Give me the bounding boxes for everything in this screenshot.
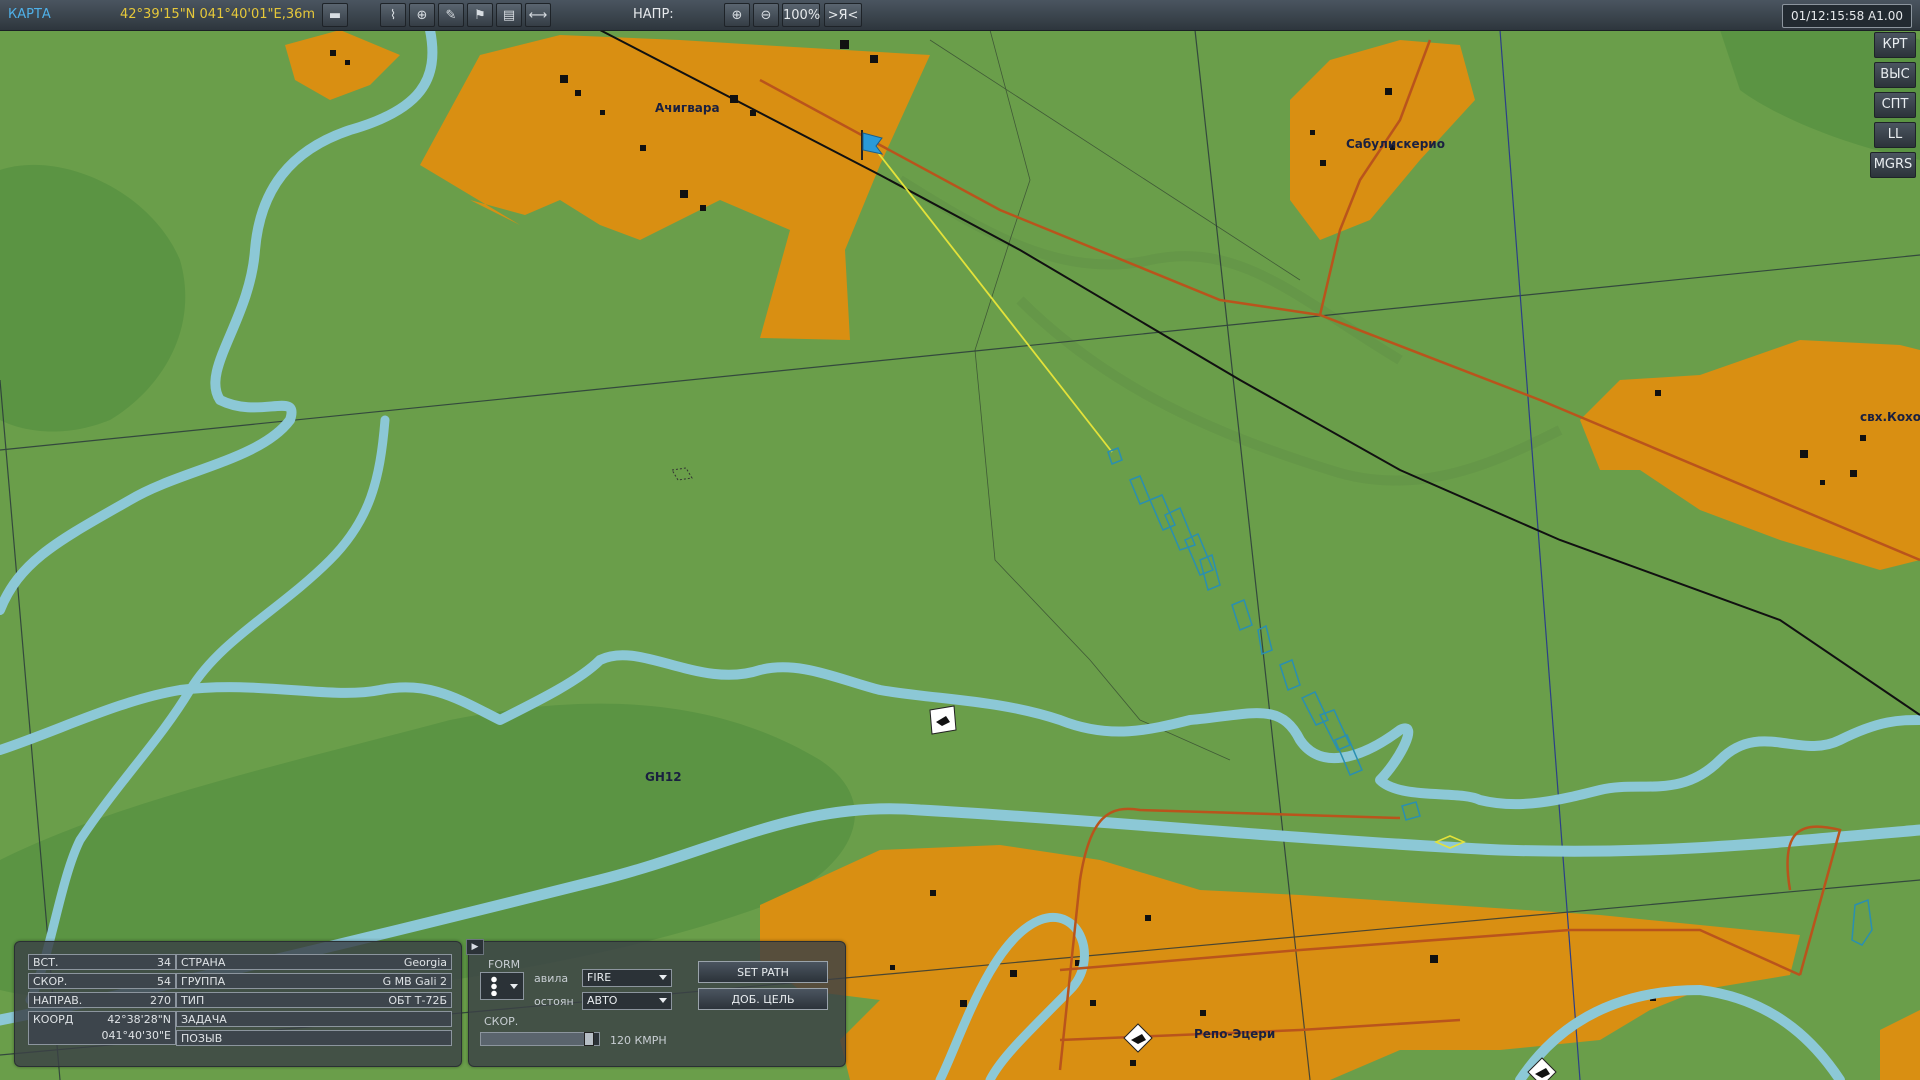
zoom-level: 100% [782, 3, 820, 27]
group-field: ГРУППА G MB Gali 2 [176, 973, 452, 989]
center-on-me-button[interactable]: >Я< [824, 3, 862, 27]
comment-tool-icon[interactable]: ▤ [496, 3, 522, 27]
map-layer-button[interactable]: КРТ [1874, 32, 1916, 58]
roe-label: авила [534, 972, 569, 985]
country-field: СТРАНА Georgia [176, 954, 452, 970]
grid-square-label: GH12 [645, 770, 682, 784]
speed-slider-handle[interactable] [584, 1032, 594, 1046]
range-tool-icon[interactable]: ⟷ [525, 3, 551, 27]
heading-label: НАПР: [633, 7, 674, 22]
zoom-tool-icon[interactable]: ⊕ [409, 3, 435, 27]
speed-value: 120 КМРН [610, 1034, 667, 1047]
collapse-panel-icon[interactable]: ▶ [466, 939, 484, 955]
coordinates-field: КООРД 42°38'28"N 041°40'30"E [28, 1011, 176, 1045]
mission-clock: 01/12:15:58 A1.00 [1782, 4, 1912, 28]
mgrs-button[interactable]: MGRS [1870, 152, 1916, 178]
speed-field: СКОР. 54 [28, 973, 176, 989]
altitude-layer-button[interactable]: ВЫС [1874, 62, 1916, 88]
top-toolbar: КАРТА 42°39'15"N 041°40'01"E,36m ▬ ⌇ ⊕ ✎… [0, 0, 1920, 31]
map-mode-label: КАРТА [8, 7, 51, 22]
alarm-state-select[interactable]: АВТО [582, 992, 672, 1010]
town-label-repo-etseri: Репо-Эцери [1194, 1027, 1276, 1041]
edit-tool-icon[interactable]: ✎ [438, 3, 464, 27]
formation-label: FORM [488, 958, 521, 971]
flag-tool-icon[interactable]: ⚑ [467, 3, 493, 27]
ruler-icon[interactable]: ⌇ [380, 3, 406, 27]
roe-select[interactable]: FIRE [582, 969, 672, 987]
task-field: ЗАДАЧА [176, 1011, 452, 1027]
heading-field: НАПРАВ. 270 [28, 992, 176, 1008]
zoom-in-icon[interactable]: ⊕ [724, 3, 750, 27]
satellite-layer-button[interactable]: СПТ [1874, 92, 1916, 118]
add-target-button[interactable]: ДОБ. ЦЕЛЬ [698, 988, 828, 1010]
town-label-sabuliskerio: Сабулискерио [1346, 137, 1445, 151]
set-path-button[interactable]: SET PATH [698, 961, 828, 983]
town-label-achigvara: Ачигвара [655, 101, 720, 115]
zoom-out-icon[interactable]: ⊖ [753, 3, 779, 27]
vehicle-icon[interactable]: ▬ [322, 3, 348, 27]
altitude-field: ВСТ. 34 [28, 954, 176, 970]
speed-label: СКОР. [484, 1015, 519, 1028]
formation-select[interactable] [480, 972, 524, 1000]
speed-slider[interactable] [480, 1032, 600, 1046]
unit-type-field: ТИП ОБТ Т-72Б [176, 992, 452, 1008]
town-label-kokhora: свх.Кохора [1860, 410, 1920, 424]
latlon-button[interactable]: LL [1874, 122, 1916, 148]
map-canvas[interactable] [0, 0, 1920, 1080]
formation-column-icon [491, 976, 497, 996]
helicopter-icon [929, 705, 957, 735]
callsign-field: ПОЗЫВ [176, 1030, 452, 1046]
unit-info-panel: ВСТ. 34 СКОР. 54 НАПРАВ. 270 КООРД 42°38'28… [14, 939, 846, 1067]
alarm-state-label: остоян [534, 995, 574, 1008]
cursor-coordinates: 42°39'15"N 041°40'01"E,36m [120, 7, 316, 22]
